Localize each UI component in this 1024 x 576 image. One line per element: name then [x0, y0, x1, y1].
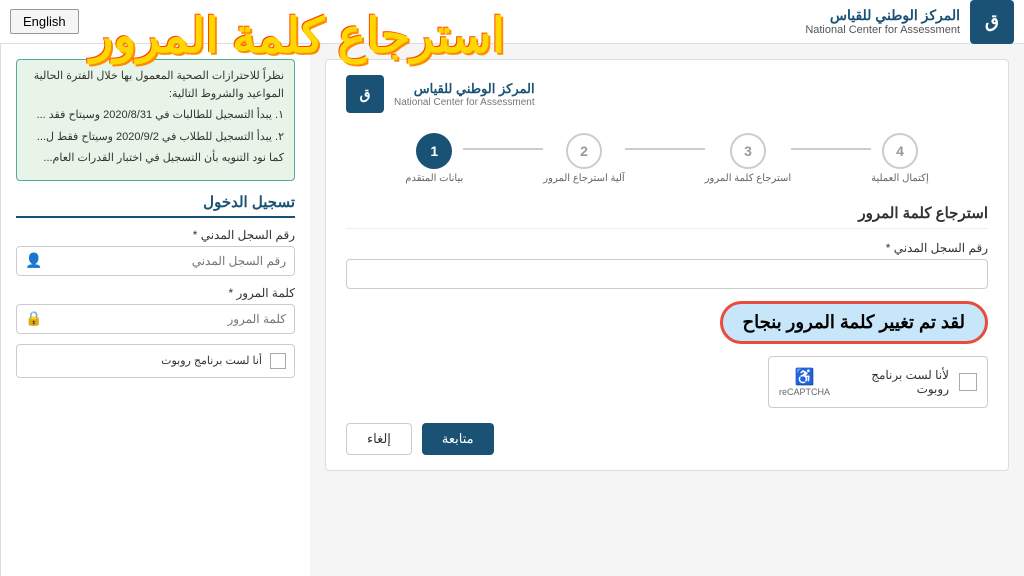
logo-icon: ق — [970, 0, 1014, 44]
sidebar-password-group: كلمة المرور * 🔒 — [16, 286, 295, 334]
user-icon: 👤 — [17, 252, 50, 269]
step-2: 2 آلية استرجاع المرور — [543, 133, 624, 184]
content-logo-ar: المركز الوطني للقياس — [394, 81, 535, 97]
top-bar: English استرجاع كلمة المرور المركز الوطن… — [0, 0, 1024, 44]
sidebar-id-input[interactable] — [50, 247, 294, 275]
step-3-circle: 3 — [730, 133, 766, 169]
captcha-box: لأنا لست برنامج روبوت ♿ reCAPTCHA — [768, 356, 988, 408]
step-4-label: إكتمال العملية — [871, 173, 929, 184]
content-panel: المركز الوطني للقياس National Center for… — [325, 59, 1009, 471]
step-4: 4 إكتمال العملية — [871, 133, 929, 184]
captcha-checkbox[interactable] — [959, 373, 977, 391]
step-4-circle: 4 — [882, 133, 918, 169]
captcha-text: لأنا لست برنامج روبوت — [840, 368, 949, 396]
sidebar-password-input[interactable] — [50, 305, 294, 333]
english-button[interactable]: English — [10, 9, 79, 34]
step-1: 1 بيانات المتقدم — [405, 133, 463, 184]
main-id-group: رقم السجل المدني * — [346, 241, 988, 289]
content-logo: المركز الوطني للقياس National Center for… — [346, 75, 988, 113]
notice-line1: ١. يبدأ التسجيل للطالبات في 2020/8/31 وس… — [27, 107, 284, 125]
cancel-button[interactable]: إلغاء — [346, 423, 412, 455]
content-logo-text: المركز الوطني للقياس National Center for… — [394, 81, 535, 108]
sidebar-password-label: كلمة المرور * — [16, 286, 295, 300]
notice-box: نظراً للاحترازات الصحية المعمول بها خلال… — [16, 59, 295, 181]
login-title: تسجيل الدخول — [16, 193, 295, 218]
next-button[interactable]: متابعة — [422, 423, 494, 455]
step-2-circle: 2 — [566, 133, 602, 169]
sidebar-id-group: رقم السجل المدني * 👤 — [16, 228, 295, 276]
logo-text: المركز الوطني للقياس National Center for… — [805, 7, 960, 36]
recaptcha-icon: ♿ — [795, 367, 815, 387]
section-title: استرجاع كلمة المرور — [346, 204, 988, 229]
top-logo: المركز الوطني للقياس National Center for… — [805, 0, 1014, 44]
sidebar-captcha-text: أنا لست برنامج روبوت — [25, 354, 262, 367]
content-logo-en: National Center for Assessment — [394, 97, 535, 108]
sidebar-password-input-wrapper: 🔒 — [16, 304, 295, 334]
step-2-label: آلية استرجاع المرور — [543, 173, 624, 184]
content-logo-icon: ق — [346, 75, 384, 113]
main-id-input[interactable] — [346, 259, 988, 289]
sidebar-captcha: أنا لست برنامج روبوت — [16, 344, 295, 378]
notice-line3: كما نود التنويه بأن التسجيل في اختبار ال… — [27, 150, 284, 168]
captcha-logo: ♿ reCAPTCHA — [779, 367, 830, 397]
step-1-circle: 1 — [416, 133, 452, 169]
success-message: لقد تم تغيير كلمة المرور بنجاح — [720, 301, 988, 344]
main-id-label: رقم السجل المدني * — [346, 241, 988, 255]
steps-bar: 4 إكتمال العملية 3 استرجاع كلمة المرور 2… — [346, 133, 988, 184]
sidebar-id-input-wrapper: 👤 — [16, 246, 295, 276]
step-line-3 — [791, 148, 871, 150]
step-line-1 — [463, 148, 543, 150]
step-3-label: استرجاع كلمة المرور — [705, 173, 791, 184]
notice-text: نظراً للاحترازات الصحية المعمول بها خلال… — [27, 68, 284, 103]
sidebar-captcha-checkbox[interactable] — [270, 353, 286, 369]
logo-ar: المركز الوطني للقياس — [805, 7, 960, 24]
step-3: 3 استرجاع كلمة المرور — [705, 133, 791, 184]
sidebar-id-label: رقم السجل المدني * — [16, 228, 295, 242]
recaptcha-label: reCAPTCHA — [779, 387, 830, 397]
logo-en: National Center for Assessment — [805, 24, 960, 36]
step-line-2 — [625, 148, 705, 150]
step-1-label: بيانات المتقدم — [405, 173, 463, 184]
main-layout: نظراً للاحترازات الصحية المعمول بها خلال… — [0, 44, 1024, 576]
main-content: المركز الوطني للقياس National Center for… — [310, 44, 1024, 576]
notice-line2: ٢. يبدأ التسجيل للطلاب في 2020/9/2 وسيتا… — [27, 129, 284, 147]
lock-icon: 🔒 — [17, 310, 50, 327]
button-row: متابعة إلغاء — [346, 423, 988, 455]
login-sidebar: نظراً للاحترازات الصحية المعمول بها خلال… — [0, 44, 310, 576]
